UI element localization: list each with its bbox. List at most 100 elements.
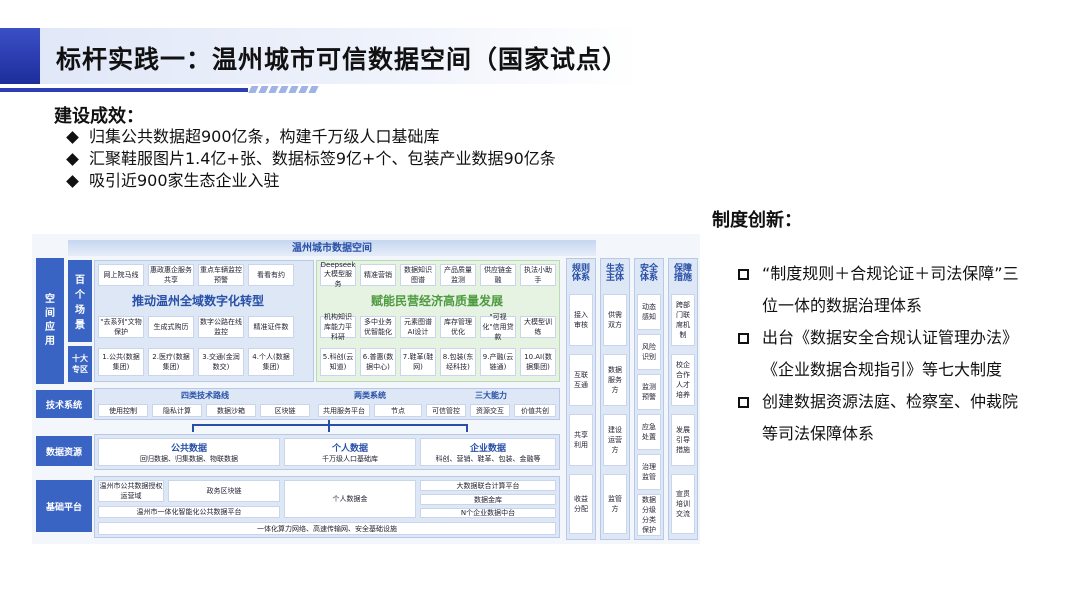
column-cell: 宣贯培训交流 [671,474,695,534]
column-cell: 监测预警 [637,374,661,410]
resource-label: 数据资源 [36,436,92,466]
zone-card: 6.普惠(数据中心) [360,348,396,376]
scene-card: 大模型训练 [520,316,556,338]
system-list: “制度规则＋合规论证＋司法保障”三位一体的数据治理体系 出台《数据安全合规认证管… [738,258,1028,450]
scene-card: 机构知识库能力平科研 [320,313,356,341]
page-title: 标杆实践一：温州城市可信数据空间（国家试点） [56,45,629,74]
column-cell: 动态感知 [637,294,661,330]
system-item: 出台《数据安全合规认证管理办法》《企业数据合规指引》等七大制度 [738,322,1028,386]
scene-card: 惠政惠企服务共享 [148,264,194,286]
scene-card: 多中业务优智能化 [360,316,396,338]
column-cell: 供需双方 [603,294,627,346]
scene-card: 重点车辆监控预警 [198,264,244,286]
system-item: “制度规则＋合规论证＋司法保障”三位一体的数据治理体系 [738,258,1028,322]
tech-item: 隐私计算 [152,404,202,417]
scene-card: 执法小助手 [520,264,556,286]
scene-card: 看看有约 [248,264,294,286]
tech-item: 区块链 [260,404,310,417]
diamond-bullet-icon [66,174,79,188]
column-cell: 发展引导措施 [671,414,695,466]
scene-card: 网上院马线 [98,264,144,286]
column-cell: 跨部门联席机制 [671,294,695,346]
zone-card: 8.包装(东经科技) [440,348,476,376]
zone-card: 2.医疗(数据集团) [148,348,194,376]
zone-card: 7.鞋革(鞋网) [400,348,436,376]
tech-label: 技术系统 [36,390,92,418]
diagram-title: 温州城市数据空间 [68,240,596,256]
column-cell: 互联互通 [569,354,593,406]
column-cell: 监管方 [603,474,627,534]
platform-item: 温州市公共数据授权运营域 [98,480,164,502]
zone-card: 4.个人(数据集团) [248,348,294,376]
title-accent-bar [0,28,40,84]
space-app-label: 空间应用 [36,258,64,384]
scene-card: 生成式购历 [148,316,194,338]
zone-card: 10.AI(数据集团) [520,348,556,376]
platform-item: N个企业数据中台 [420,508,556,518]
title-underline [0,88,248,92]
tech-item: 数据沙箱 [206,404,256,417]
column-cell: 应急处置 [637,414,661,450]
platform-item: 大数据联合计算平台 [420,480,556,491]
column-cell: 数据服务方 [603,354,627,406]
title-decor-dots [248,86,319,93]
column-cell: 共享利用 [569,414,593,466]
tech-item: 价值共创 [514,404,556,417]
results-item: 汇聚鞋服图片1.4亿+张、数据标签9亿+个、包装产业数据90亿条 [66,148,556,170]
platform-item: 个人数据金 [284,480,416,518]
diamond-bullet-icon [66,130,79,144]
zones-label: 十大专区 [68,346,92,382]
platform-item: 温州市一体化智能化公共数据平台 [98,506,280,518]
results-heading: 建设成效： [54,106,144,127]
tech-item: 使用控制 [98,404,148,417]
scene-card: Deepseek大模型服务 [320,261,356,288]
column-header: 保障措施 [673,264,692,283]
scene-card: 产品质量监测 [440,264,476,286]
resource-card: 公共数据 回归数据、归集数据、物联数据 [98,438,280,466]
zone-card: 9.产融(云链通) [480,348,516,376]
scene-card: "去系列"文物保护 [98,316,144,338]
tech-group-title: 两类系统 [354,390,386,400]
scenes-label: 百个场景 [68,260,92,342]
scene-card: 供应链金融 [480,264,516,286]
column-header: 生态主体 [605,264,624,283]
scene-card: 精准营销 [360,264,396,286]
system-heading: 制度创新： [712,210,802,231]
architecture-diagram: 温州城市数据空间 空间应用 百个场景 十大专区 网上院马线 惠政惠企服务共享 重… [32,234,700,544]
tech-group-title: 四类技术路线 [181,390,229,400]
column-header: 规则体系 [571,264,590,283]
connector-line [328,420,330,432]
right-banner: 赋能民营经济高质量发展 [370,293,503,308]
scene-card: "可视化"信用贷款 [480,313,516,341]
zone-card: 1.公共(数据集团) [98,348,144,376]
zone-card: 5.科创(云知道) [320,348,356,376]
scene-card: 精准证件数 [248,316,294,338]
platform-bottom: 一体化算力网络、高速传输网、安全基础设施 [98,522,556,535]
column-cell: 治理监管 [637,454,661,490]
tech-item: 共用服务平台 [318,404,370,417]
platform-item: 数据金库 [420,494,556,505]
left-banner: 推动温州全域数字化转型 [131,293,264,308]
column-cell: 收益分配 [569,474,593,534]
resource-card: 企业数据 科创、营销、鞋革、包装、金融等 [420,438,556,466]
scene-card: 库存管理优化 [440,316,476,338]
zone-card: 3.交通(金润数交) [198,348,244,376]
scene-card: 数字公路在线监控 [198,316,244,338]
tech-group-title: 三大能力 [475,390,507,400]
results-item: 归集公共数据超900亿条，构建千万级人口基础库 [66,126,556,148]
platform-label: 基础平台 [36,480,92,532]
results-list: 归集公共数据超900亿条，构建千万级人口基础库 汇聚鞋服图片1.4亿+张、数据标… [66,126,556,192]
column-cell: 接入审核 [569,294,593,346]
tech-item: 资源交互 [470,404,510,417]
resource-card: 个人数据 千万级人口基础库 [284,438,416,466]
system-item: 创建数据资源法庭、检察室、仲裁院等司法保障体系 [738,386,1028,450]
square-bullet-icon [738,397,749,408]
platform-item: 政务区块链 [168,480,280,502]
square-bullet-icon [738,333,749,344]
tech-item: 节点 [374,404,422,417]
column-header: 安全体系 [639,264,658,283]
connector-line [192,424,468,432]
column-cell: 校企合作人才培养 [671,354,695,406]
tech-item: 可信管控 [426,404,466,417]
results-item: 吸引近900家生态企业入驻 [66,170,556,192]
